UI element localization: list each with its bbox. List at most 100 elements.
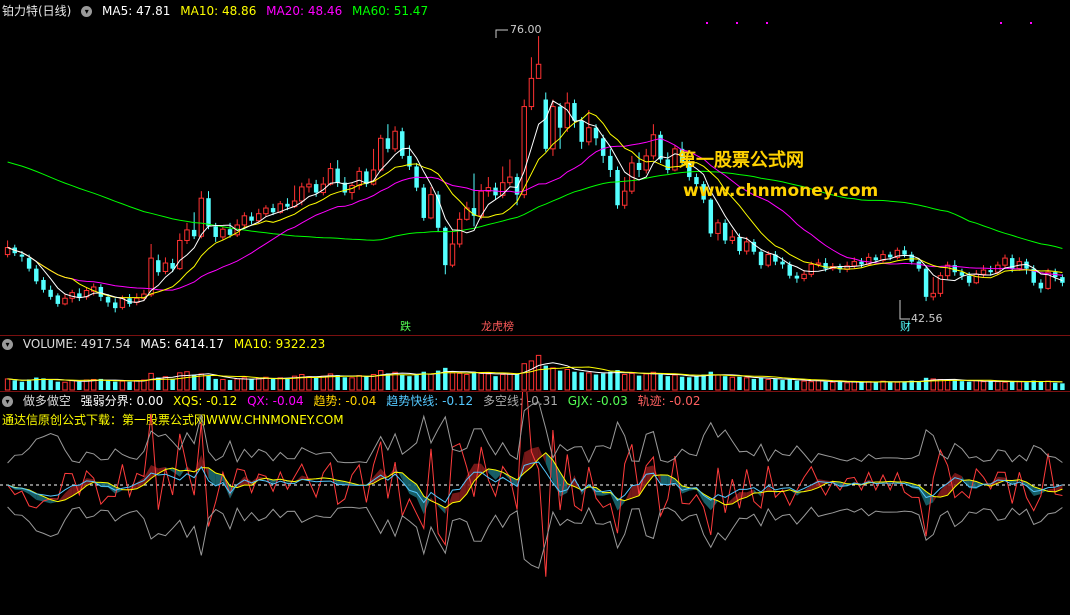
candle-body-up <box>808 263 814 275</box>
candle-body-down <box>988 270 993 273</box>
volume-bar-down <box>679 376 685 390</box>
volume-bar-down <box>41 378 46 390</box>
trend-fill <box>646 465 654 485</box>
volume-bar-down <box>400 374 405 390</box>
volume-bar-up <box>377 370 384 391</box>
volume-bar-up <box>464 373 470 391</box>
volume-panel[interactable]: ▾ VOLUME: 4917.54 MA5: 6414.17 MA10: 932… <box>0 336 1070 391</box>
volume-bar-up <box>980 381 987 391</box>
candle-body-up <box>507 176 513 184</box>
trend-fill <box>416 484 424 515</box>
candle-body-up <box>177 239 183 270</box>
volume-bar-down <box>593 374 599 390</box>
candle-body-up <box>930 292 936 298</box>
candle-body-up <box>851 261 858 267</box>
volume-bar-up <box>815 380 822 391</box>
candle-body-down <box>421 187 427 218</box>
volume-bar-up <box>478 372 484 391</box>
volume-chart[interactable] <box>0 336 1070 391</box>
volume-bar-up <box>808 381 814 391</box>
tag-dragon-tiger[interactable]: 龙虎榜 <box>480 320 515 333</box>
volume-bar-up <box>263 376 269 391</box>
candle-body-down <box>227 229 233 235</box>
volume-bar-down <box>342 377 348 390</box>
volume-bar-up <box>220 378 226 391</box>
volume-bar-down <box>966 381 972 390</box>
volume-bar-up <box>1016 381 1023 391</box>
volume-bar-up <box>564 369 571 391</box>
candle-body-down <box>385 138 391 149</box>
volume-bar-up <box>995 381 1001 391</box>
candle-body-down <box>543 99 548 149</box>
watermark-url: www.chnmoney.com <box>683 181 879 201</box>
candle-body-up <box>456 218 463 245</box>
price-panel[interactable]: 铂力特(日线) ▾ MA5: 47.81 MA10: 48.86 MA20: 4… <box>0 0 1070 335</box>
candle-body-down <box>557 106 563 128</box>
candle-body-down <box>794 275 800 279</box>
indicator-chart[interactable] <box>0 392 1070 615</box>
candle-body-down <box>708 199 714 234</box>
candle-body-down <box>34 268 39 282</box>
volume-bar-up <box>1045 380 1051 391</box>
volume-bar-up <box>141 379 147 391</box>
volume-bar-up <box>119 380 126 391</box>
volume-bar-up <box>944 379 951 391</box>
volume-bar-down <box>26 379 32 390</box>
volume-bar-up <box>715 374 721 391</box>
candle-body-down <box>270 208 276 213</box>
candle-body-up <box>162 262 169 272</box>
candle-body-up <box>198 197 205 237</box>
candle-body-down <box>1038 282 1044 289</box>
volume-bar-up <box>550 367 556 391</box>
candle-body-up <box>801 273 807 280</box>
candle-body-down <box>665 159 670 170</box>
volume-bar-down <box>737 376 742 390</box>
candle-body-up <box>220 228 226 238</box>
signal-dot <box>706 22 708 24</box>
candle-body-up <box>944 264 951 277</box>
volume-bar-up <box>1002 381 1008 391</box>
volume-bar-up <box>880 380 886 391</box>
volume-bar-down <box>658 374 663 390</box>
trend-fill <box>660 474 668 485</box>
candle-body-up <box>586 127 592 143</box>
trend-fill <box>538 446 546 464</box>
tag-fall[interactable]: 跌 <box>399 320 412 333</box>
volume-bar-down <box>687 377 692 390</box>
volume-bar-down <box>471 371 477 390</box>
candle-body-up <box>980 269 987 275</box>
candle-body-up <box>392 130 398 150</box>
volume-bar-up <box>801 380 807 391</box>
candle-body-down <box>737 236 742 252</box>
volume-bar-down <box>923 377 929 390</box>
volume-bar-down <box>758 377 764 390</box>
tag-finance[interactable]: 财 <box>899 320 912 333</box>
candle-body-up <box>973 273 980 284</box>
volume-bar-up <box>650 371 657 391</box>
watermark-cn: 第一股票公式网 <box>678 150 804 171</box>
volume-bar-up <box>586 372 592 391</box>
trend-fill <box>531 446 539 468</box>
candle-body-down <box>26 258 32 269</box>
volume-bar-down <box>823 381 828 390</box>
indicator-panel[interactable]: ▾ 做多做空 强弱分界: 0.00 XQS: -0.12 QX: -0.04 趋… <box>0 392 1070 615</box>
candle-body-down <box>112 302 118 309</box>
signal-dot <box>736 22 738 24</box>
candle-body-up <box>428 194 434 219</box>
candle-body-down <box>600 138 606 156</box>
volume-bar-up <box>241 377 248 391</box>
candle-body-down <box>758 251 764 266</box>
trend-fill <box>524 448 532 473</box>
candle-body-up <box>241 215 248 226</box>
candle-body-down <box>873 257 879 261</box>
volume-bar-up <box>456 372 463 391</box>
volume-bar-up <box>507 372 513 391</box>
volume-bar-down <box>1053 382 1058 390</box>
candle-body-down <box>285 203 290 207</box>
candle-body-down <box>98 286 104 297</box>
candle-body-up <box>327 168 334 185</box>
candle-body-up <box>306 183 312 188</box>
candle-body-down <box>400 131 405 156</box>
candle-body-up <box>643 155 649 171</box>
price-chart[interactable] <box>0 0 1070 335</box>
